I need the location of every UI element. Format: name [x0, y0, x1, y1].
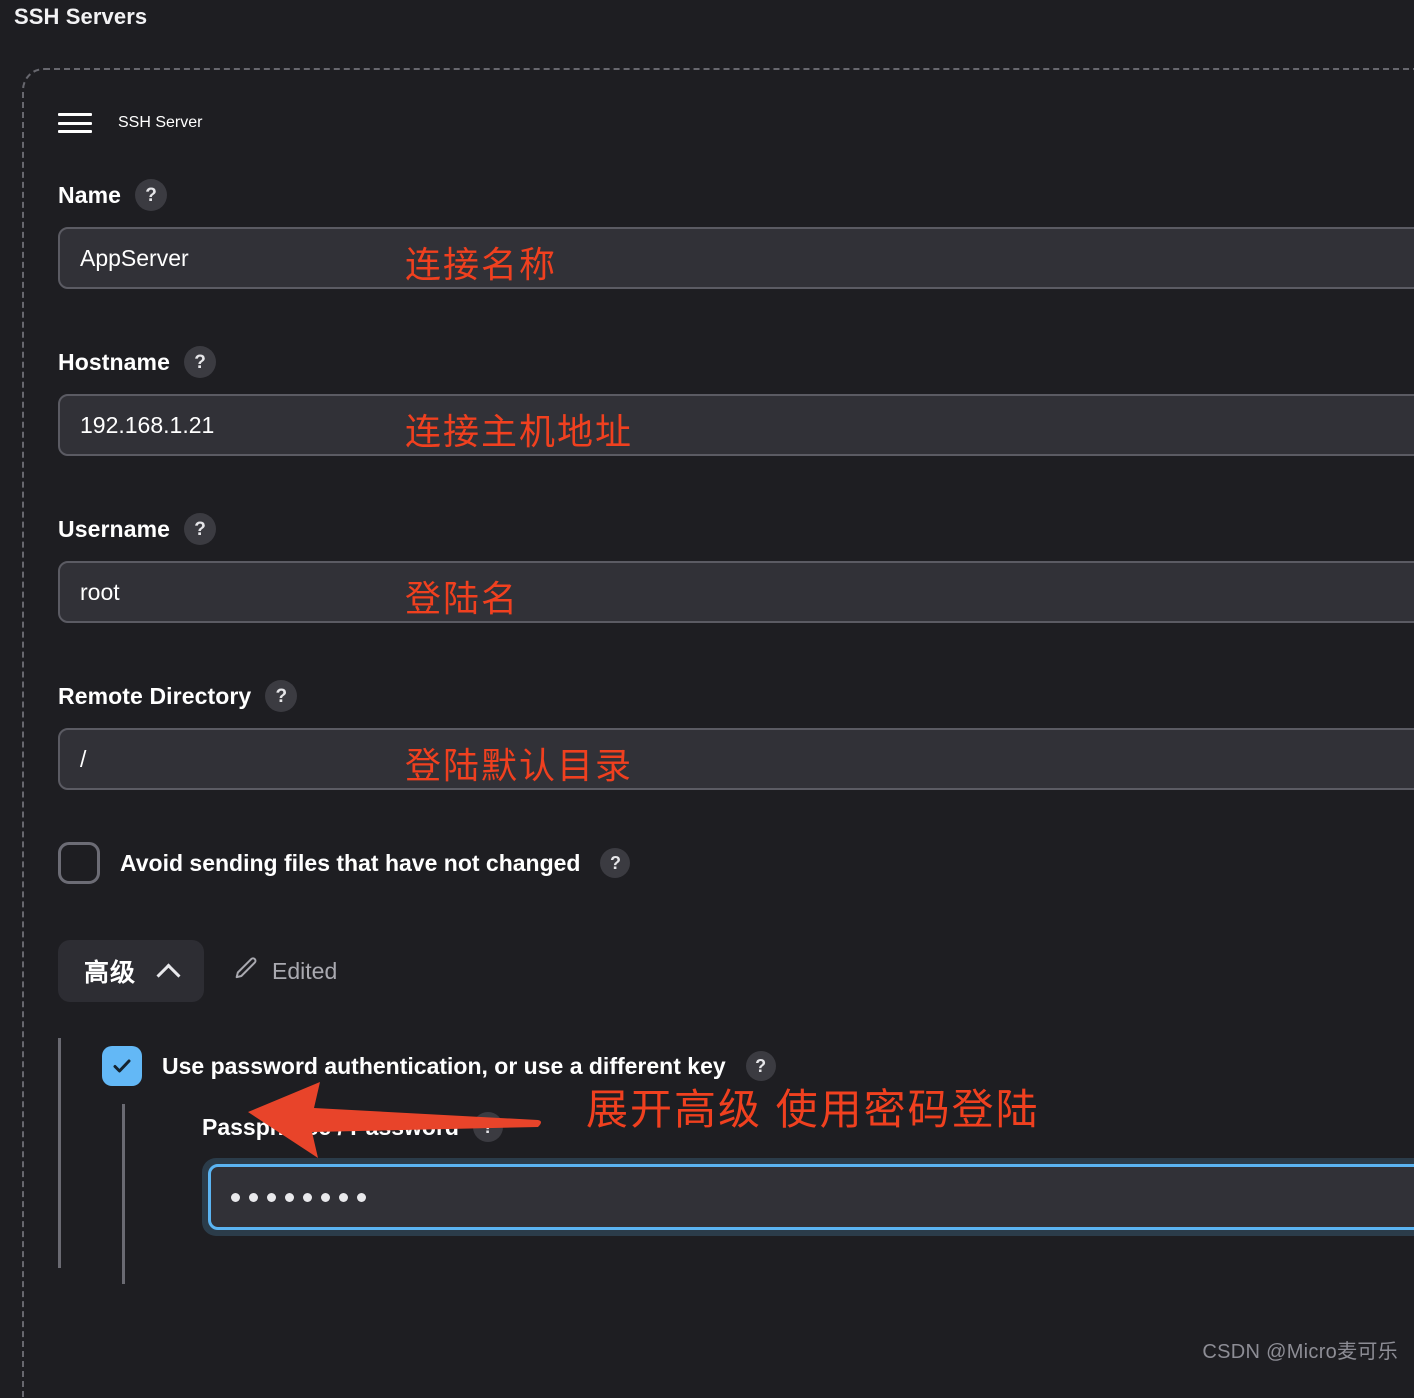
- password-auth-row[interactable]: Use password authentication, or use a di…: [102, 1046, 1414, 1086]
- advanced-guide-line-nested: [122, 1104, 125, 1284]
- ssh-server-panel: SSH Server Name ? AppServer 连接名称 Hostnam…: [22, 68, 1414, 1398]
- label-row-username: Username ?: [58, 513, 1414, 545]
- field-label-remote-directory: Remote Directory: [58, 682, 252, 709]
- field-label-hostname: Hostname: [58, 348, 170, 375]
- help-icon-name[interactable]: ?: [135, 179, 168, 211]
- advanced-guide-line: [58, 1038, 61, 1268]
- panel-header: SSH Server: [58, 106, 1414, 140]
- pencil-icon: [232, 955, 260, 988]
- annotation-hostname: 连接主机地址: [405, 411, 634, 452]
- field-group-name: Name ? AppServer 连接名称: [58, 179, 1414, 289]
- help-icon-password-auth[interactable]: ?: [745, 1051, 776, 1081]
- password-auth-label: Use password authentication, or use a di…: [162, 1052, 726, 1079]
- field-label-name: Name: [58, 181, 122, 208]
- hostname-input-value: 192.168.1.21: [80, 411, 215, 438]
- passphrase-label-row: Passphrase / Password ?: [202, 1112, 1414, 1142]
- annotation-username: 登陆名: [405, 578, 520, 619]
- passphrase-input-focus-ring: [202, 1158, 1414, 1236]
- field-label-username: Username: [58, 515, 171, 542]
- panel-title: SSH Server: [118, 114, 203, 131]
- avoid-sending-label: Avoid sending files that have not change…: [120, 849, 581, 876]
- label-row-hostname: Hostname ?: [58, 346, 1414, 378]
- advanced-content: Use password authentication, or use a di…: [58, 1038, 1414, 1284]
- password-auth-checkbox[interactable]: [102, 1046, 142, 1086]
- username-input-value: root: [80, 578, 120, 605]
- avoid-sending-checkbox[interactable]: [58, 842, 100, 884]
- edited-status: Edited: [232, 955, 337, 988]
- advanced-toggle-button[interactable]: 高级: [58, 940, 205, 1002]
- help-icon-username[interactable]: ?: [184, 513, 217, 545]
- hamburger-icon[interactable]: [58, 111, 92, 135]
- name-input-value: AppServer: [80, 244, 189, 271]
- avoid-sending-row[interactable]: Avoid sending files that have not change…: [58, 842, 1414, 884]
- page-title: SSH Servers: [14, 4, 148, 29]
- edited-label: Edited: [272, 957, 338, 984]
- passphrase-input[interactable]: [208, 1164, 1414, 1230]
- label-row-name: Name ?: [58, 179, 1414, 211]
- remote-directory-input[interactable]: / 登陆默认目录: [58, 728, 1414, 790]
- hostname-input[interactable]: 192.168.1.21 连接主机地址: [58, 394, 1414, 456]
- help-icon-hostname[interactable]: ?: [184, 346, 216, 378]
- name-input[interactable]: AppServer 连接名称: [58, 227, 1414, 289]
- chevron-up-icon: [158, 961, 178, 981]
- watermark: CSDN @Micro麦可乐: [1202, 1341, 1398, 1363]
- passphrase-label: Passphrase / Password: [202, 1113, 459, 1140]
- label-row-remote-directory: Remote Directory ?: [58, 680, 1414, 712]
- annotation-remote-directory: 登陆默认目录: [405, 745, 634, 786]
- help-icon-remote-directory[interactable]: ?: [265, 680, 298, 712]
- advanced-row: 高级 Edited: [58, 940, 1414, 1002]
- help-icon-avoid-sending[interactable]: ?: [600, 848, 631, 878]
- remote-directory-input-value: /: [80, 745, 87, 772]
- field-group-remote-directory: Remote Directory ? / 登陆默认目录: [58, 680, 1414, 790]
- username-input[interactable]: root 登陆名: [58, 561, 1414, 623]
- advanced-button-label: 高级: [84, 959, 137, 987]
- field-group-hostname: Hostname ? 192.168.1.21 连接主机地址: [58, 346, 1414, 456]
- field-group-username: Username ? root 登陆名: [58, 513, 1414, 623]
- annotation-name: 连接名称: [405, 244, 558, 285]
- passphrase-block: Passphrase / Password ?: [166, 1112, 1414, 1236]
- help-icon-passphrase[interactable]: ?: [472, 1112, 503, 1142]
